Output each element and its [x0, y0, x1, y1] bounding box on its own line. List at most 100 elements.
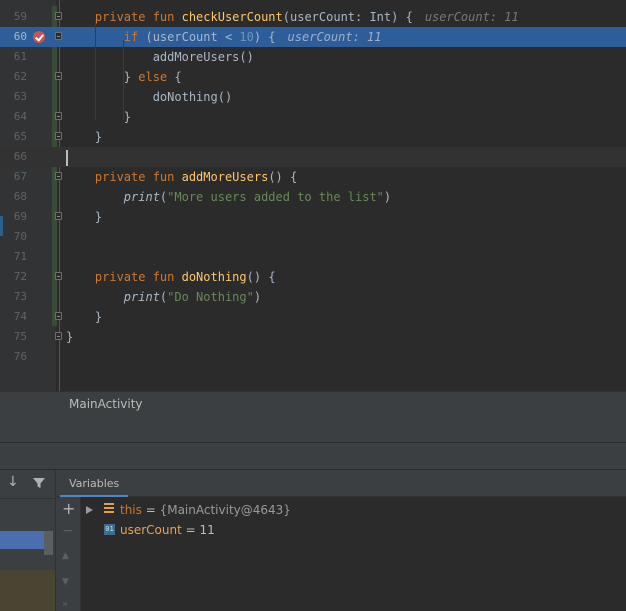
code-line[interactable]: 68 print("More users added to the list"): [0, 187, 626, 207]
stack-frame-library[interactable]: [0, 570, 55, 611]
code-token: "Do Nothing": [167, 290, 254, 304]
line-number[interactable]: 61: [7, 47, 27, 67]
fold-marker-icon[interactable]: [55, 32, 62, 40]
line-number[interactable]: 63: [7, 87, 27, 107]
code-line[interactable]: 65 }: [0, 127, 626, 147]
fold-marker-icon[interactable]: [55, 312, 62, 320]
code-token: doNothing(): [66, 90, 233, 104]
variable-value: {MainActivity@4643}: [159, 503, 291, 517]
code-line[interactable]: 64 }: [0, 107, 626, 127]
frames-scrollbar[interactable]: [44, 531, 53, 555]
line-number[interactable]: 68: [7, 187, 27, 207]
move-down-icon[interactable]: ▼: [62, 577, 69, 587]
line-number[interactable]: 67: [7, 167, 27, 187]
code-line[interactable]: 75}: [0, 327, 626, 347]
breadcrumb[interactable]: MainActivity: [0, 391, 626, 415]
line-number[interactable]: 74: [7, 307, 27, 327]
line-number[interactable]: 72: [7, 267, 27, 287]
line-number[interactable]: 75: [7, 327, 27, 347]
code-token: 10: [239, 30, 254, 44]
code-editor[interactable]: 59 private fun checkUserCount(userCount:…: [0, 0, 626, 391]
code-line[interactable]: 70: [0, 227, 626, 247]
code-token: addMoreUsers: [181, 170, 269, 184]
fold-marker-icon[interactable]: [55, 332, 62, 340]
indent-guide: [123, 40, 124, 120]
fold-marker-icon[interactable]: [55, 172, 62, 180]
code-line[interactable]: 59 private fun checkUserCount(userCount:…: [0, 7, 626, 27]
breakpoint-icon[interactable]: [33, 31, 45, 43]
code-text: private fun checkUserCount(userCount: In…: [66, 7, 519, 27]
code-token: "More users added to the list": [167, 190, 384, 204]
code-line[interactable]: 63 doNothing(): [0, 87, 626, 107]
stack-frame-selected[interactable]: [0, 531, 44, 549]
code-text: }: [66, 107, 131, 127]
code-line[interactable]: 67 private fun addMoreUsers() {: [0, 167, 626, 187]
code-text: }: [66, 207, 102, 227]
line-number[interactable]: 60: [7, 27, 27, 47]
code-token: if: [123, 30, 146, 44]
line-number[interactable]: 76: [7, 347, 27, 367]
primitive-type-icon: 01: [104, 524, 115, 535]
code-line[interactable]: 71: [0, 247, 626, 267]
execution-line[interactable]: 60 if (userCount < 10) {userCount: 11: [0, 27, 626, 47]
code-text: doNothing(): [66, 87, 232, 107]
fold-marker-icon[interactable]: [55, 212, 62, 220]
fold-marker-icon[interactable]: [55, 272, 62, 280]
code-token: () {: [268, 170, 298, 184]
filter-icon[interactable]: [32, 476, 46, 490]
text-caret: [66, 150, 68, 166]
line-number[interactable]: 64: [7, 107, 27, 127]
inline-debug-value: userCount: 11: [424, 10, 519, 24]
line-number[interactable]: 65: [7, 127, 27, 147]
variable-equals: =: [181, 523, 200, 537]
variables-toolbar: + − ▲ ▼ »: [56, 497, 81, 611]
frames-toolbar-divider: [0, 498, 55, 499]
more-icon[interactable]: »: [62, 599, 68, 610]
move-up-icon[interactable]: ▲: [62, 551, 69, 561]
line-number[interactable]: 62: [7, 67, 27, 87]
code-token: }: [66, 310, 103, 324]
code-line[interactable]: 74 }: [0, 307, 626, 327]
fold-marker-icon[interactable]: [55, 132, 62, 140]
remove-icon[interactable]: −: [62, 523, 74, 539]
code-line[interactable]: 62 } else {: [0, 67, 626, 87]
code-token: () {: [246, 270, 276, 284]
expand-arrow-icon[interactable]: [86, 506, 93, 514]
code-token: ): [383, 190, 392, 204]
code-text: }: [66, 127, 102, 147]
code-text: print("Do Nothing"): [66, 287, 261, 307]
tab-variables[interactable]: Variables: [60, 470, 129, 497]
line-number[interactable]: 66: [7, 147, 27, 167]
fold-marker-icon[interactable]: [55, 112, 62, 120]
variable-value: 11: [199, 523, 215, 537]
line-number[interactable]: 71: [7, 247, 27, 267]
code-line[interactable]: 69 }: [0, 207, 626, 227]
code-line[interactable]: 72 private fun doNothing() {: [0, 267, 626, 287]
fold-marker-icon[interactable]: [55, 12, 62, 20]
code-token: }: [66, 70, 139, 84]
line-number[interactable]: 73: [7, 287, 27, 307]
inline-debug-value: userCount: 11: [287, 30, 382, 44]
fold-marker-icon[interactable]: [55, 72, 62, 80]
code-text: if (userCount < 10) {userCount: 11: [66, 27, 382, 47]
line-number[interactable]: 59: [7, 7, 27, 27]
code-line[interactable]: 61 addMoreUsers(): [0, 47, 626, 67]
variables-panel: Variables + − ▲ ▼ » this = {MainActivity…: [55, 470, 626, 611]
frames-panel: ↓: [0, 470, 55, 611]
object-field-icon: [104, 503, 114, 515]
code-line[interactable]: 66: [0, 147, 626, 167]
code-token: private fun: [94, 10, 182, 24]
arrow-down-icon[interactable]: ↓: [7, 474, 19, 490]
code-line[interactable]: 76: [0, 347, 626, 367]
code-token: print: [123, 190, 160, 204]
code-line[interactable]: 73 print("Do Nothing"): [0, 287, 626, 307]
line-number[interactable]: 70: [7, 227, 27, 247]
line-number[interactable]: 69: [7, 207, 27, 227]
add-watch-icon[interactable]: +: [62, 499, 75, 518]
breadcrumb-item[interactable]: MainActivity: [69, 397, 143, 411]
code-text: }: [66, 327, 73, 347]
